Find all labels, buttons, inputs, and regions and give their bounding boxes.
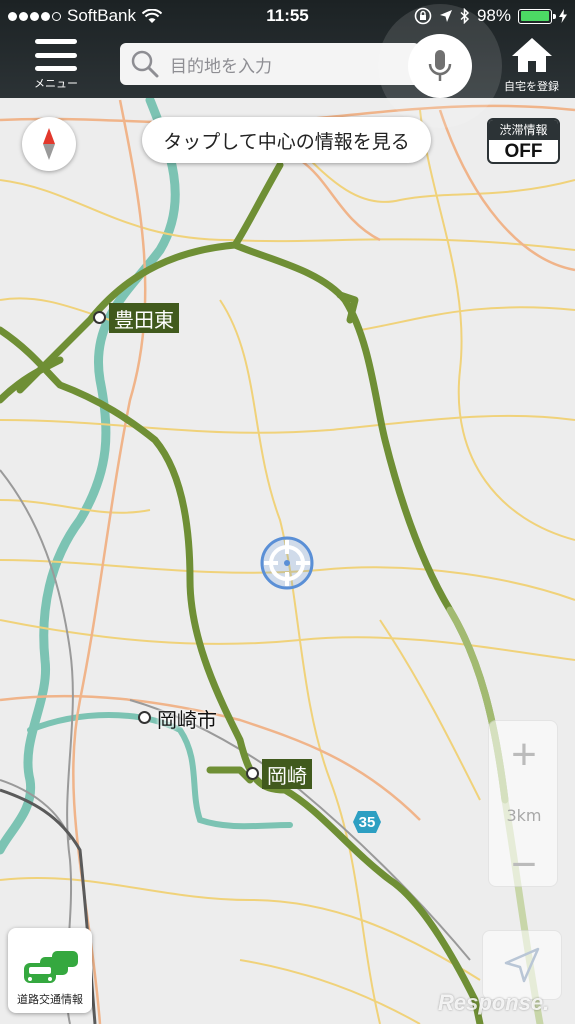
traffic-toggle-state: OFF <box>504 141 543 162</box>
battery-icon <box>518 8 556 24</box>
voice-input-button[interactable] <box>408 34 472 98</box>
rotation-lock-icon <box>414 7 432 25</box>
charging-icon <box>559 9 567 23</box>
traffic-info-toggle[interactable]: 渋滞情報 OFF <box>487 118 560 164</box>
register-home-button[interactable]: 自宅を登録 <box>488 32 575 98</box>
zoom-in-button[interactable]: + <box>489 721 559 789</box>
search-input[interactable]: 目的地を入力 <box>120 43 420 85</box>
compass-button[interactable] <box>22 117 76 171</box>
signal-icon <box>8 11 61 21</box>
hamburger-icon <box>35 39 77 71</box>
compass-icon <box>43 128 55 160</box>
wifi-icon <box>142 8 162 23</box>
bluetooth-icon <box>460 8 470 24</box>
map-label-okazaki[interactable]: 岡崎 <box>262 759 312 789</box>
menu-button[interactable]: メニュー <box>0 32 112 98</box>
microphone-icon <box>428 50 452 81</box>
home-label: 自宅を登録 <box>504 80 559 93</box>
map-scale: 3km <box>506 805 542 825</box>
place-marker <box>138 711 151 724</box>
carrier-name: SoftBank <box>67 6 136 25</box>
search-placeholder: 目的地を入力 <box>170 56 272 77</box>
map-label-okazaki-shi[interactable]: 岡崎市 <box>152 703 222 733</box>
traffic-cars-icon <box>24 951 78 983</box>
route-shield: 35 <box>352 810 382 834</box>
center-info-button[interactable]: タップして中心の情報を見る <box>142 117 431 163</box>
watermark-logo: Response. <box>438 990 550 1015</box>
location-arrow-icon <box>439 10 452 22</box>
road-traffic-info-button[interactable]: 道路交通情報 <box>8 928 92 1013</box>
battery-percent: 98% <box>476 6 511 25</box>
crosshair-icon <box>260 536 314 590</box>
place-marker <box>246 767 259 780</box>
zoom-out-button[interactable]: − <box>489 840 559 889</box>
place-marker <box>93 311 106 324</box>
zoom-control: + 3km − <box>488 720 559 889</box>
navigation-arrow-icon <box>504 947 540 983</box>
traffic-toggle-title: 渋滞情報 <box>489 120 558 140</box>
map-label-toyota-higashi[interactable]: 豊田東 <box>109 303 179 333</box>
home-icon <box>511 38 552 72</box>
carrier: SoftBank <box>8 6 162 26</box>
status-bar: SoftBank 11:55 98% <box>0 0 575 32</box>
menu-label: メニュー <box>34 77 78 90</box>
search-icon <box>131 50 159 78</box>
road-traffic-label: 道路交通情報 <box>17 993 83 1006</box>
route-number: 35 <box>358 813 376 831</box>
